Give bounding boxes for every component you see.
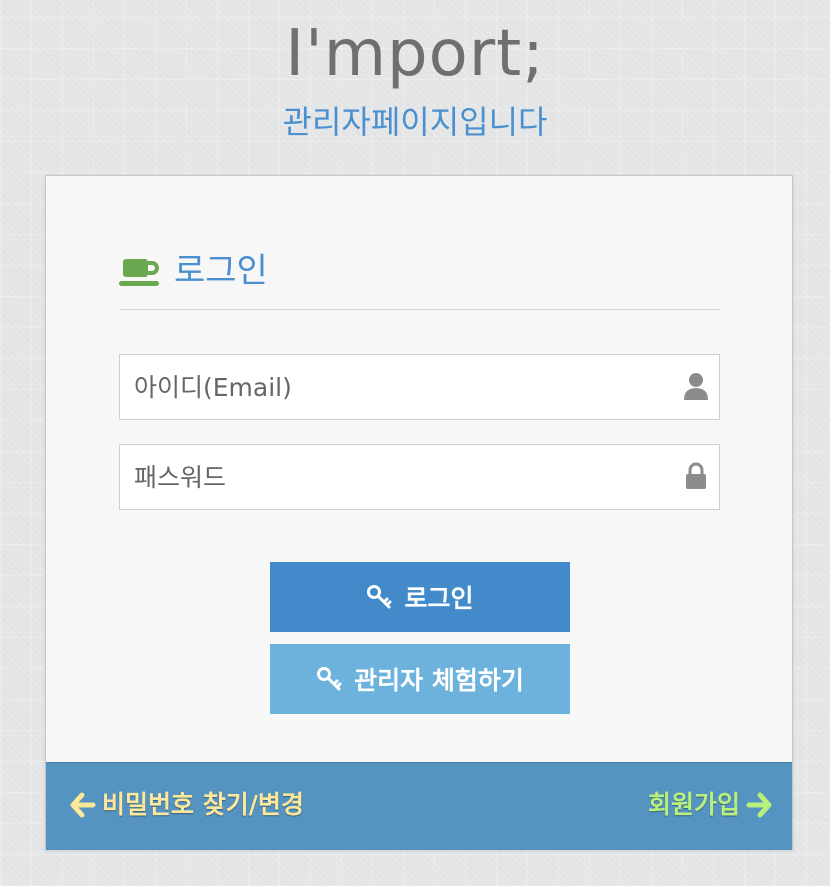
login-button-label: 로그인 bbox=[404, 584, 474, 613]
card-footer: 비밀번호 찾기/변경 회원가입 bbox=[46, 762, 792, 850]
lock-icon bbox=[686, 462, 706, 489]
signup-label: 회원가입 bbox=[647, 790, 740, 819]
email-input[interactable] bbox=[120, 355, 660, 419]
key-icon bbox=[367, 585, 392, 609]
brand-subtitle: 관리자페이지입니다 bbox=[282, 103, 548, 141]
user-icon bbox=[684, 373, 708, 400]
demo-button-label: 관리자 체험하기 bbox=[354, 666, 524, 695]
password-field bbox=[119, 444, 720, 510]
password-input[interactable] bbox=[120, 445, 660, 509]
brand-title: I'mport; bbox=[285, 17, 545, 91]
demo-button[interactable]: 관리자 체험하기 bbox=[270, 644, 570, 714]
coffee-cup-icon bbox=[119, 259, 159, 286]
email-field bbox=[119, 354, 720, 420]
find-password-label: 비밀번호 찾기/변경 bbox=[102, 790, 304, 819]
arrow-left-icon bbox=[70, 792, 96, 818]
arrow-right-icon bbox=[746, 792, 772, 818]
find-password-link[interactable]: 비밀번호 찾기/변경 bbox=[70, 785, 304, 825]
key-icon bbox=[317, 667, 342, 691]
login-header: 로그인 bbox=[119, 246, 720, 310]
login-title: 로그인 bbox=[174, 251, 268, 291]
login-button[interactable]: 로그인 bbox=[270, 562, 570, 632]
signup-link[interactable]: 회원가입 bbox=[648, 785, 772, 825]
login-card: 로그인 로그인 관리자 체험하기 bbox=[45, 175, 793, 850]
